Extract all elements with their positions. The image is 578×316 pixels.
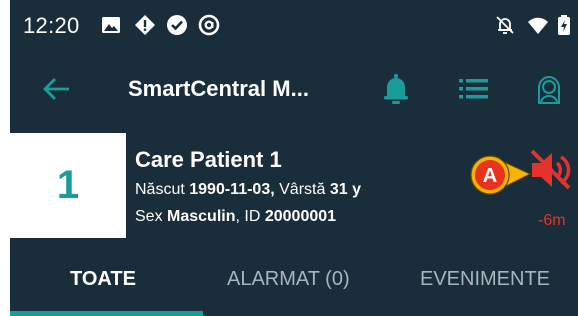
age-value: 31 y — [329, 181, 361, 198]
status-time: 12:20 — [23, 13, 80, 38]
id-value: 20000001 — [264, 208, 337, 225]
diamond-alert-icon — [135, 15, 155, 35]
app-bar: SmartCentral M... — [10, 52, 578, 128]
born-label: Născut — [135, 181, 185, 198]
callout-marker: A — [470, 155, 532, 195]
tab-alarmed[interactable]: ALARMAT (0) — [227, 268, 350, 291]
alarm-time: -6m — [538, 212, 566, 229]
patient-birth-age: Născut 1990-11-03, Vârstă 31 y — [135, 181, 361, 198]
bed-number-box[interactable]: 1 — [10, 133, 126, 238]
birth-date: 1990-11-03 — [189, 181, 271, 198]
bell-icon[interactable] — [379, 72, 413, 106]
tab-all[interactable]: TOATE — [70, 268, 136, 291]
status-bar: 12:20 — [10, 0, 578, 52]
user-icon[interactable] — [532, 72, 566, 106]
battery-charging-icon — [558, 15, 570, 35]
muted-bell-icon — [496, 16, 514, 34]
at-icon — [198, 14, 220, 36]
tab-events[interactable]: EVENIMENTE — [420, 268, 550, 291]
app-title: SmartCentral M... — [128, 76, 309, 101]
age-label: Vârstă — [279, 181, 326, 198]
app-screen: 12:20 SmartCentral M... 1 Care Patient 1… — [10, 0, 578, 316]
check-circle-icon — [167, 15, 187, 35]
patient-name: Care Patient 1 — [135, 147, 282, 172]
back-arrow-icon[interactable] — [40, 72, 74, 106]
active-tab-indicator — [10, 311, 203, 316]
id-label: ID — [244, 208, 261, 225]
bed-number: 1 — [56, 163, 80, 207]
wifi-icon — [528, 17, 548, 34]
sex-value: Masculin — [167, 208, 236, 225]
tab-bar: TOATE ALARMAT (0) EVENIMENTE — [10, 258, 578, 316]
sex-label: Sex — [135, 208, 163, 225]
callout-label: A — [483, 165, 497, 187]
muted-speaker-icon[interactable] — [528, 148, 572, 192]
image-icon — [102, 17, 120, 33]
list-icon[interactable] — [457, 72, 491, 106]
patient-sex-id: Sex Masculin, ID 20000001 — [135, 208, 337, 225]
